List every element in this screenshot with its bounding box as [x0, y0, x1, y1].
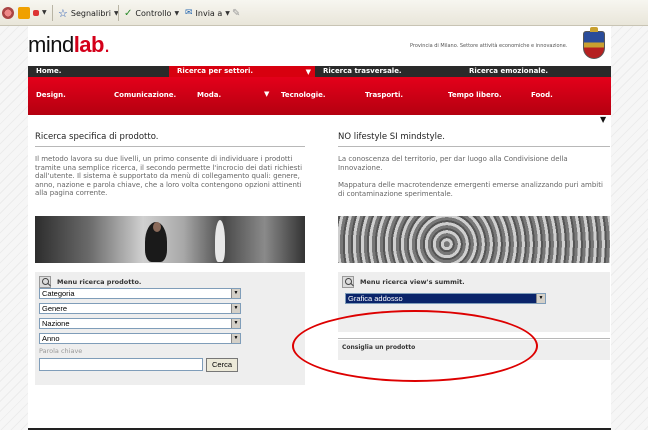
left-title: Ricerca specifica di prodotto. [35, 132, 159, 142]
genre-select[interactable]: Genere ▼ [39, 303, 241, 314]
search-icon [342, 276, 354, 288]
subnav-item-tecnologie[interactable]: Tecnologie. [281, 91, 326, 99]
select-value: Grafica addosso [348, 294, 403, 303]
subnav-item-trasporti[interactable]: Trasporti. [365, 91, 403, 99]
face-shape [153, 222, 161, 232]
divider [338, 146, 610, 147]
product-search-panel: Menu ricerca prodotto. Categoria ▼ Genere… [35, 272, 305, 385]
chevron-down-icon: ▼ [174, 9, 180, 17]
page-content: mindlab. Provincia di Milano. Settore at… [28, 26, 611, 430]
select-value: Categoria [42, 289, 75, 298]
panel-header: Menu ricerca view's summit. [342, 276, 465, 288]
chevron-down-icon[interactable]: ▼ [42, 9, 47, 16]
rss-icon[interactable] [18, 6, 39, 20]
right-description-1: La conoscenza del territorio, per dar lu… [338, 155, 568, 172]
chevron-down-icon: ▼ [231, 289, 240, 298]
select-value: Anno [42, 334, 60, 343]
annotation-ellipse [292, 310, 538, 382]
nav-item-ricerca-settori[interactable]: Ricerca per settori. ▼ [169, 66, 315, 77]
subnav-item-moda[interactable]: Moda. [197, 91, 221, 99]
keyword-label: Parola chiave [39, 347, 83, 355]
chevron-down-icon: ▼ [231, 334, 240, 343]
chevron-down-icon: ▼ [231, 319, 240, 328]
back-button-icon [2, 7, 14, 19]
summit-select[interactable]: Grafica addosso ▼ [345, 293, 546, 304]
separator [52, 5, 53, 21]
triangle-down-icon[interactable]: ▼ [600, 115, 606, 124]
site-logo[interactable]: mindlab. [28, 32, 110, 58]
logo-mind: mind [28, 32, 74, 57]
nav-item-ricerca-emozionale[interactable]: Ricerca emozionale. [461, 66, 611, 77]
subnav-item-comunicazione[interactable]: Comunicazione. [114, 91, 176, 99]
search-button[interactable]: Cerca [206, 358, 238, 372]
subnav-item-food[interactable]: Food. [531, 91, 553, 99]
crest-icon [583, 27, 605, 59]
keyword-input[interactable] [39, 358, 203, 371]
bookmarks-button[interactable]: ☆ Segnalibri ▼ [58, 6, 119, 20]
nav-label: Home. [36, 67, 62, 75]
panel-header: Menu ricerca prodotto. [39, 276, 141, 288]
nav-label: Ricerca emozionale. [469, 67, 549, 75]
sub-nav: Design. Comunicazione. Moda. ▼ Tecnologi… [28, 77, 611, 115]
badge-icon [33, 10, 39, 16]
main-nav: Home. Ricerca per settori. ▼ Ricerca tras… [28, 66, 611, 77]
panel-title: Menu ricerca prodotto. [57, 278, 142, 286]
paperclip-icon: ✎ [232, 7, 241, 19]
logo-lab: lab [73, 32, 105, 57]
send-button[interactable]: ✉ Invia a ▼ [185, 6, 230, 20]
figure-shape [215, 220, 225, 262]
chevron-down-icon: ▼ [536, 294, 545, 303]
feed-icon [18, 7, 30, 19]
right-title: NO lifestyle SI mindstyle. [338, 132, 445, 142]
star-icon: ☆ [58, 6, 68, 20]
right-photo [338, 216, 610, 263]
nav-item-ricerca-trasversale[interactable]: Ricerca trasversale. [315, 66, 461, 77]
category-select[interactable]: Categoria ▼ [39, 288, 241, 299]
nation-select[interactable]: Nazione ▼ [39, 318, 241, 329]
check-label: Controllo [135, 8, 172, 18]
send-icon: ✉ [185, 8, 193, 18]
right-description-2: Mappatura delle macrotendenze emergenti … [338, 181, 603, 198]
chevron-down-icon: ▼ [231, 304, 240, 313]
browser-toolbar: ▼ ☆ Segnalibri ▼ ✓ Controllo ▼ ✉ Invia a… [0, 0, 648, 26]
subnav-item-tempo-libero[interactable]: Tempo libero. [448, 91, 502, 99]
triangle-down-icon: ▼ [264, 90, 270, 98]
send-label: Invia a [195, 8, 223, 18]
nav-label: Ricerca trasversale. [323, 67, 402, 75]
left-photo [35, 216, 305, 263]
chevron-down-icon: ▼ [225, 9, 230, 17]
search-icon [39, 276, 51, 288]
clip-button[interactable]: ✎ [232, 6, 240, 20]
bookmarks-label: Segnalibri [70, 8, 111, 18]
checkmark-icon: ✓ [124, 7, 133, 19]
left-description: Il metodo lavora su due livelli, un prim… [35, 155, 303, 197]
logo-dot: . [103, 32, 110, 57]
nav-item-home[interactable]: Home. [28, 66, 169, 77]
panel-title: Menu ricerca view's summit. [360, 278, 465, 286]
divider [35, 146, 305, 147]
year-select[interactable]: Anno ▼ [39, 333, 241, 344]
select-value: Nazione [42, 319, 70, 328]
province-text: Provincia di Milano. Settore attività ec… [410, 43, 568, 49]
nav-label: Ricerca per settori. [177, 67, 254, 75]
check-button[interactable]: ✓ Controllo ▼ [124, 6, 179, 20]
subnav-item-design[interactable]: Design. [36, 91, 66, 99]
back-icon[interactable] [2, 6, 14, 20]
separator [118, 5, 119, 21]
select-value: Genere [42, 304, 68, 313]
